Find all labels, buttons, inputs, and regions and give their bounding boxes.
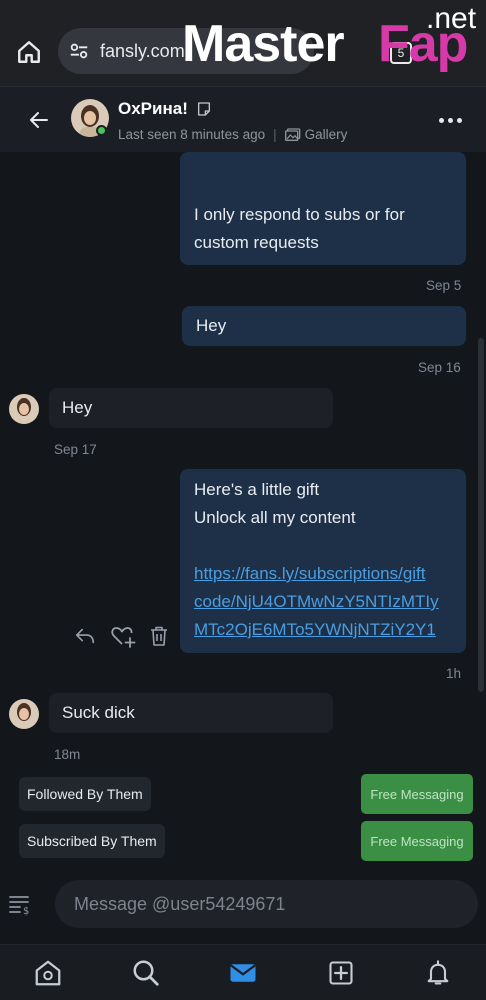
back-button[interactable] — [24, 105, 54, 135]
message-bubble-incoming[interactable]: Hey — [49, 388, 333, 428]
message-text-line: Hey — [196, 316, 227, 335]
nav-home[interactable] — [33, 958, 63, 988]
chat-header: ОхРина! Last seen 8 minutes ago | Galler… — [0, 86, 486, 152]
contact-name[interactable]: ОхРина! — [118, 99, 188, 119]
more-options-button[interactable] — [436, 109, 464, 131]
followed-by-them-badge: Followed By Them — [19, 777, 151, 811]
svg-text:$: $ — [23, 906, 29, 916]
subscribed-by-them-badge: Subscribed By Them — [19, 824, 165, 858]
message-text-line: custom requests — [194, 233, 319, 252]
message-bubble-outgoing[interactable]: I only respond to subs or for custom req… — [180, 152, 466, 265]
watermark-text-net: .net — [426, 2, 477, 35]
search-icon — [133, 960, 159, 986]
message-bubble-outgoing[interactable]: Here's a little gift Unlock all my conte… — [180, 469, 466, 653]
message-text-line: Unlock all my content — [194, 508, 356, 527]
gift-link-line: https://fans.ly/subscriptions/gift — [194, 564, 426, 583]
message-timestamp: Sep 16 — [418, 360, 461, 375]
message-timestamp: Sep 17 — [54, 442, 97, 457]
message-actions — [74, 624, 168, 648]
message-composer: $ — [0, 872, 486, 944]
dot-icon — [438, 117, 444, 123]
message-text-line: I only respond to subs or for — [194, 205, 405, 224]
gallery-link[interactable]: Gallery — [284, 127, 348, 142]
gift-link-line: code/NjU4OTMwNzY5NTIzMTIy — [194, 592, 439, 611]
site-settings-icon[interactable] — [68, 40, 90, 62]
browser-home-button[interactable] — [14, 37, 44, 67]
browser-toolbar: fansly.com 5 Master Fap .net — [0, 0, 486, 86]
message-timestamp: Sep 5 — [426, 278, 462, 293]
home-icon — [35, 960, 61, 986]
gift-link[interactable]: https://fans.ly/subscriptions/gift code/… — [194, 560, 452, 644]
message-bubble-incoming[interactable]: Suck dick — [49, 693, 333, 733]
notifications-icon — [427, 960, 449, 985]
url-text: fansly.com — [100, 40, 185, 61]
message-input[interactable] — [55, 880, 478, 928]
dot-icon — [447, 117, 453, 123]
watermark-logo: Master Fap .net — [182, 2, 486, 82]
message-options-icon[interactable]: $ — [8, 892, 32, 916]
message-text-line: Hey — [62, 398, 93, 417]
free-messaging-button[interactable]: Free Messaging — [361, 821, 473, 861]
trash-icon[interactable] — [150, 626, 168, 646]
nav-search[interactable] — [131, 958, 161, 988]
avatar-image — [9, 699, 39, 729]
gift-link-line: MTc2OjE6MTo5YWNjNTZiY2Y1 — [194, 620, 436, 639]
message-timestamp: 18m — [54, 747, 81, 762]
reply-icon[interactable] — [74, 625, 96, 647]
arrow-left-icon — [30, 112, 48, 128]
gallery-label: Gallery — [304, 127, 348, 142]
free-messaging-button[interactable]: Free Messaging — [361, 774, 473, 814]
create-post-icon — [329, 961, 353, 985]
avatar-image — [9, 394, 39, 424]
note-icon[interactable] — [196, 101, 212, 117]
message-timestamp: 1h — [446, 666, 462, 681]
message-bubble-outgoing[interactable]: Hey — [182, 306, 466, 346]
message-list[interactable]: I only respond to subs or for custom req… — [0, 152, 486, 872]
dot-icon — [456, 117, 462, 123]
bottom-navigation — [0, 944, 486, 1000]
header-separator: | — [273, 127, 277, 142]
message-text-line: Here's a little gift — [194, 480, 320, 499]
watermark-text-master: Master — [182, 15, 345, 73]
home-icon — [18, 41, 40, 63]
messages-icon — [230, 964, 256, 982]
nav-create-post[interactable] — [326, 958, 356, 988]
heart-add-icon[interactable] — [110, 624, 136, 648]
last-seen-text: Last seen 8 minutes ago — [118, 127, 266, 142]
nav-notifications[interactable] — [423, 958, 453, 988]
gallery-icon — [284, 127, 300, 141]
message-text-line: Suck dick — [62, 703, 135, 722]
contact-avatar-small[interactable] — [9, 699, 39, 729]
message-list-scrollbar[interactable] — [478, 338, 484, 692]
nav-messages[interactable] — [228, 958, 258, 988]
online-status-dot — [96, 125, 107, 136]
contact-avatar-small[interactable] — [9, 394, 39, 424]
